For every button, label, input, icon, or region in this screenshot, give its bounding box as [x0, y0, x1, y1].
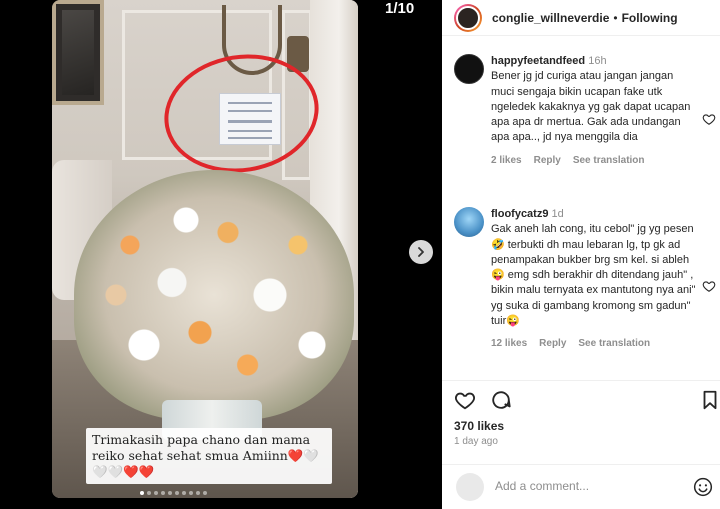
chevron-right-icon	[418, 247, 424, 257]
comment-body: floofycatz9 1d Gak aneh lah cong, itu ce…	[491, 207, 696, 349]
comment-item: floofycatz9 1d Gak aneh lah cong, itu ce…	[454, 207, 716, 377]
see-translation-button[interactable]: See translation	[573, 155, 645, 166]
commenter-username[interactable]: floofycatz9	[491, 208, 548, 220]
comment-text: Bener jg jd curiga atau jangan jangan mu…	[491, 70, 691, 144]
heart-icon[interactable]	[454, 389, 476, 411]
heart-icon[interactable]	[702, 279, 716, 293]
carousel-dot	[196, 491, 200, 495]
emoji-icon[interactable]	[693, 477, 713, 497]
commenter-username[interactable]: happyfeetandfeed	[491, 55, 585, 67]
comment-text-block: floofycatz9 1d Gak aneh lah cong, itu ce…	[491, 207, 696, 329]
author-avatar[interactable]	[454, 3, 482, 32]
photo-caption: Trimakasih papa chano dan mama reiko seh…	[86, 428, 332, 484]
comment-time: 16h	[588, 55, 607, 67]
comment-body: happyfeetandfeed 16h Bener jg jd curiga …	[491, 54, 696, 166]
carousel-dot	[161, 491, 165, 495]
carousel-dot	[182, 491, 186, 495]
carousel-dot	[175, 491, 179, 495]
reply-button[interactable]: Reply	[534, 155, 561, 166]
follow-status[interactable]: Following	[622, 11, 678, 25]
instagram-post-view: Trimakasih papa chano dan mama reiko seh…	[0, 0, 720, 509]
comment-meta: 12 likes Reply See translation	[491, 338, 696, 349]
post-actions: 370 likes 1 day ago	[442, 380, 720, 450]
see-translation-button[interactable]: See translation	[578, 338, 650, 349]
carousel-dot	[147, 491, 151, 495]
current-user-avatar	[456, 473, 484, 501]
next-slide-button[interactable]	[409, 240, 433, 264]
carousel-dot	[189, 491, 193, 495]
post-photo[interactable]: Trimakasih papa chano dan mama reiko seh…	[52, 0, 358, 498]
reply-button[interactable]: Reply	[539, 338, 566, 349]
separator-dot: •	[613, 10, 618, 25]
carousel-dot	[140, 491, 144, 495]
comment-text-block: happyfeetandfeed 16h Bener jg jd curiga …	[491, 54, 696, 146]
comment-item: happyfeetandfeed 16h Bener jg jd curiga …	[454, 54, 716, 194]
caption-text: Trimakasih papa chano dan mama reiko seh…	[92, 432, 319, 479]
comment-icon[interactable]	[490, 389, 512, 411]
author-username[interactable]: conglie_willneverdie	[492, 11, 609, 25]
commenter-avatar[interactable]	[454, 207, 484, 237]
carousel-dot	[168, 491, 172, 495]
flower-bouquet	[74, 170, 354, 420]
slide-counter: 1/10	[385, 0, 415, 17]
comment-likes[interactable]: 12 likes	[491, 338, 527, 349]
comment-meta: 2 likes Reply See translation	[491, 155, 696, 166]
like-count[interactable]: 370 likes	[454, 419, 504, 433]
comment-time: 1d	[551, 208, 564, 220]
carousel-dots	[140, 491, 207, 495]
comment-likes[interactable]: 2 likes	[491, 155, 522, 166]
add-comment-bar	[442, 464, 720, 509]
carousel-dot	[154, 491, 158, 495]
comment-input[interactable]	[495, 479, 685, 493]
post-age: 1 day ago	[454, 436, 498, 447]
wall-photo-frame	[52, 0, 104, 105]
comment-text: Gak aneh lah cong, itu cebol" jg yg pese…	[491, 223, 696, 328]
bookmark-icon[interactable]	[699, 389, 720, 411]
post-header: conglie_willneverdie • Following	[442, 0, 720, 36]
commenter-avatar[interactable]	[454, 54, 484, 84]
post-sidebar: conglie_willneverdie • Following happyfe…	[442, 0, 720, 509]
media-viewer: Trimakasih papa chano dan mama reiko seh…	[0, 0, 442, 509]
heart-icon[interactable]	[702, 112, 716, 126]
carousel-dot	[203, 491, 207, 495]
